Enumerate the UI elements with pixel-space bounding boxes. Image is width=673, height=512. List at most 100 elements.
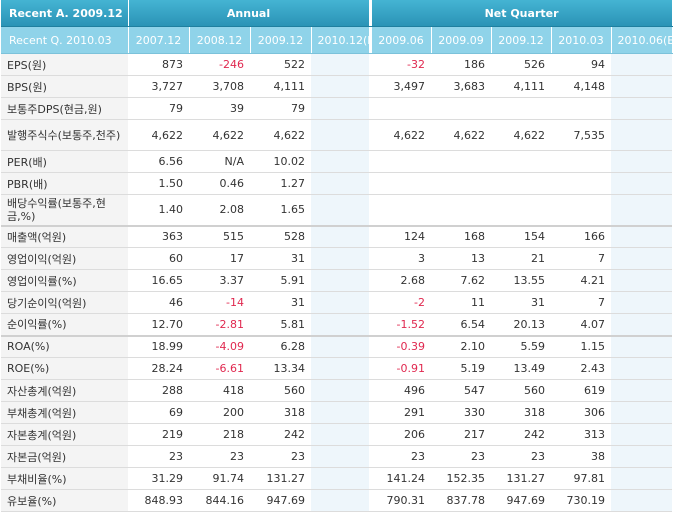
quarter-value-cell: 4,622 bbox=[431, 119, 492, 151]
annual-value-cell: 12.70 bbox=[128, 313, 189, 336]
annual-value-cell: 3.37 bbox=[189, 269, 250, 292]
recent-annual-label: Recent A. 2009.12 bbox=[1, 0, 129, 27]
quarter-value-cell bbox=[491, 97, 552, 120]
quarter-value-cell bbox=[611, 467, 673, 490]
table-row: 보통주DPS(현금,원) 79 39 79 bbox=[1, 97, 673, 120]
quarter-value-cell: 2.43 bbox=[551, 357, 612, 380]
annual-value-cell: -14 bbox=[189, 291, 250, 314]
quarter-value-cell bbox=[371, 97, 432, 120]
quarter-value-cell: 4,148 bbox=[551, 75, 612, 98]
annual-value-cell: 560 bbox=[250, 379, 311, 402]
quarter-value-cell: 5.59 bbox=[491, 334, 552, 358]
annual-value-cell: 219 bbox=[128, 423, 189, 446]
table-row: PER(배) 6.56 N/A 10.02 bbox=[1, 150, 673, 173]
annual-value-cell: 17 bbox=[189, 247, 250, 270]
quarter-value-cell: 21 bbox=[491, 247, 552, 270]
table-row: 자본금(억원) 23 23 23 23 23 23 38 bbox=[1, 445, 673, 468]
annual-value-cell: 39 bbox=[189, 97, 250, 120]
quarter-col-header: 2009.06 bbox=[371, 26, 432, 54]
quarter-value-cell: 217 bbox=[431, 423, 492, 446]
quarter-value-cell bbox=[611, 150, 673, 173]
annual-value-cell: 515 bbox=[189, 224, 250, 248]
annual-value-cell: 31 bbox=[250, 291, 311, 314]
annual-value-cell bbox=[311, 269, 370, 292]
row-label: 자본금(억원) bbox=[1, 445, 128, 468]
row-label: 부채비율(%) bbox=[1, 467, 128, 490]
quarter-value-cell: 38 bbox=[551, 445, 612, 468]
annual-value-cell: 288 bbox=[128, 379, 189, 402]
annual-value-cell: 947.69 bbox=[250, 489, 311, 512]
row-label: BPS(원) bbox=[1, 75, 128, 98]
quarter-value-cell: 4,111 bbox=[491, 75, 552, 98]
annual-value-cell: 5.81 bbox=[250, 313, 311, 336]
table-row: BPS(원) 3,727 3,708 4,111 3,497 3,683 4,111 4,14… bbox=[1, 75, 673, 98]
annual-value-cell bbox=[311, 97, 370, 120]
annual-value-cell bbox=[311, 313, 370, 336]
quarter-value-cell: 7,535 bbox=[551, 119, 612, 151]
annual-value-cell bbox=[311, 247, 370, 270]
quarter-value-cell: 7.62 bbox=[431, 269, 492, 292]
financial-summary-table: Recent A. 2009.12 Annual Net Quarter Rec… bbox=[1, 0, 673, 512]
quarter-value-cell: 730.19 bbox=[551, 489, 612, 512]
quarter-value-cell bbox=[611, 357, 673, 380]
quarter-value-cell: 496 bbox=[371, 379, 432, 402]
table-row: 매출액(억원) 363 515 528 124 168 154 166 bbox=[1, 224, 673, 248]
annual-value-cell: 1.40 bbox=[128, 194, 189, 226]
table-row: 영업이익률(%) 16.65 3.37 5.91 2.68 7.62 13.55 4.21 bbox=[1, 269, 673, 292]
quarter-value-cell: 790.31 bbox=[371, 489, 432, 512]
annual-value-cell: -246 bbox=[189, 53, 250, 76]
quarter-value-cell: 4.21 bbox=[551, 269, 612, 292]
quarter-value-cell: 13.55 bbox=[491, 269, 552, 292]
table-row: 부채총계(억원) 69 200 318 291 330 318 306 bbox=[1, 401, 673, 424]
annual-value-cell: 3,708 bbox=[189, 75, 250, 98]
annual-value-cell: 31.29 bbox=[128, 467, 189, 490]
row-label: 유보율(%) bbox=[1, 489, 128, 512]
annual-value-cell bbox=[311, 291, 370, 314]
annual-value-cell bbox=[311, 172, 370, 195]
row-label: 배당수익률(보통주,현금,%) bbox=[1, 194, 128, 226]
row-label: 영업이익률(%) bbox=[1, 269, 128, 292]
annual-value-cell: 1.50 bbox=[128, 172, 189, 195]
annual-value-cell: 418 bbox=[189, 379, 250, 402]
quarter-value-cell bbox=[611, 291, 673, 314]
annual-value-cell: 4,622 bbox=[189, 119, 250, 151]
annual-value-cell: 4,111 bbox=[250, 75, 311, 98]
annual-value-cell bbox=[311, 334, 370, 358]
annual-value-cell: 69 bbox=[128, 401, 189, 424]
quarter-value-cell bbox=[371, 194, 432, 226]
annual-value-cell: 1.27 bbox=[250, 172, 311, 195]
annual-col-header: 2008.12 bbox=[189, 26, 251, 54]
quarter-value-cell: 313 bbox=[551, 423, 612, 446]
quarter-value-cell: 97.81 bbox=[551, 467, 612, 490]
quarter-value-cell: 23 bbox=[431, 445, 492, 468]
annual-group-header: Annual bbox=[128, 0, 370, 27]
table-row: 영업이익(억원) 60 17 31 3 13 21 7 bbox=[1, 247, 673, 270]
quarter-value-cell bbox=[431, 194, 492, 226]
annual-value-cell: 6.56 bbox=[128, 150, 189, 173]
table-row: EPS(원) 873 -246 522 -32 186 526 94 bbox=[1, 53, 673, 76]
annual-value-cell: 4,622 bbox=[128, 119, 189, 151]
annual-value-cell: 528 bbox=[250, 224, 311, 248]
table-row: 발행주식수(보통주,천주) 4,622 4,622 4,622 4,622 4,622 4,… bbox=[1, 119, 673, 151]
row-label: PBR(배) bbox=[1, 172, 128, 195]
annual-value-cell: 873 bbox=[128, 53, 189, 76]
row-label: 영업이익(억원) bbox=[1, 247, 128, 270]
quarter-value-cell: 4.07 bbox=[551, 313, 612, 336]
quarter-value-cell bbox=[611, 224, 673, 248]
annual-value-cell: 0.46 bbox=[189, 172, 250, 195]
quarter-value-cell: 6.54 bbox=[431, 313, 492, 336]
annual-value-cell: -4.09 bbox=[189, 334, 250, 358]
quarter-value-cell: 20.13 bbox=[491, 313, 552, 336]
annual-value-cell: -2.81 bbox=[189, 313, 250, 336]
annual-value-cell: 3,727 bbox=[128, 75, 189, 98]
quarter-value-cell bbox=[551, 150, 612, 173]
annual-value-cell: 16.65 bbox=[128, 269, 189, 292]
annual-value-cell bbox=[311, 379, 370, 402]
annual-value-cell: 848.93 bbox=[128, 489, 189, 512]
annual-value-cell: 31 bbox=[250, 247, 311, 270]
table-row: 부채비율(%) 31.29 91.74 131.27 141.24 152.35 131.2… bbox=[1, 467, 673, 490]
quarter-value-cell: 23 bbox=[371, 445, 432, 468]
annual-value-cell: 91.74 bbox=[189, 467, 250, 490]
annual-value-cell bbox=[311, 150, 370, 173]
quarter-value-cell bbox=[371, 150, 432, 173]
